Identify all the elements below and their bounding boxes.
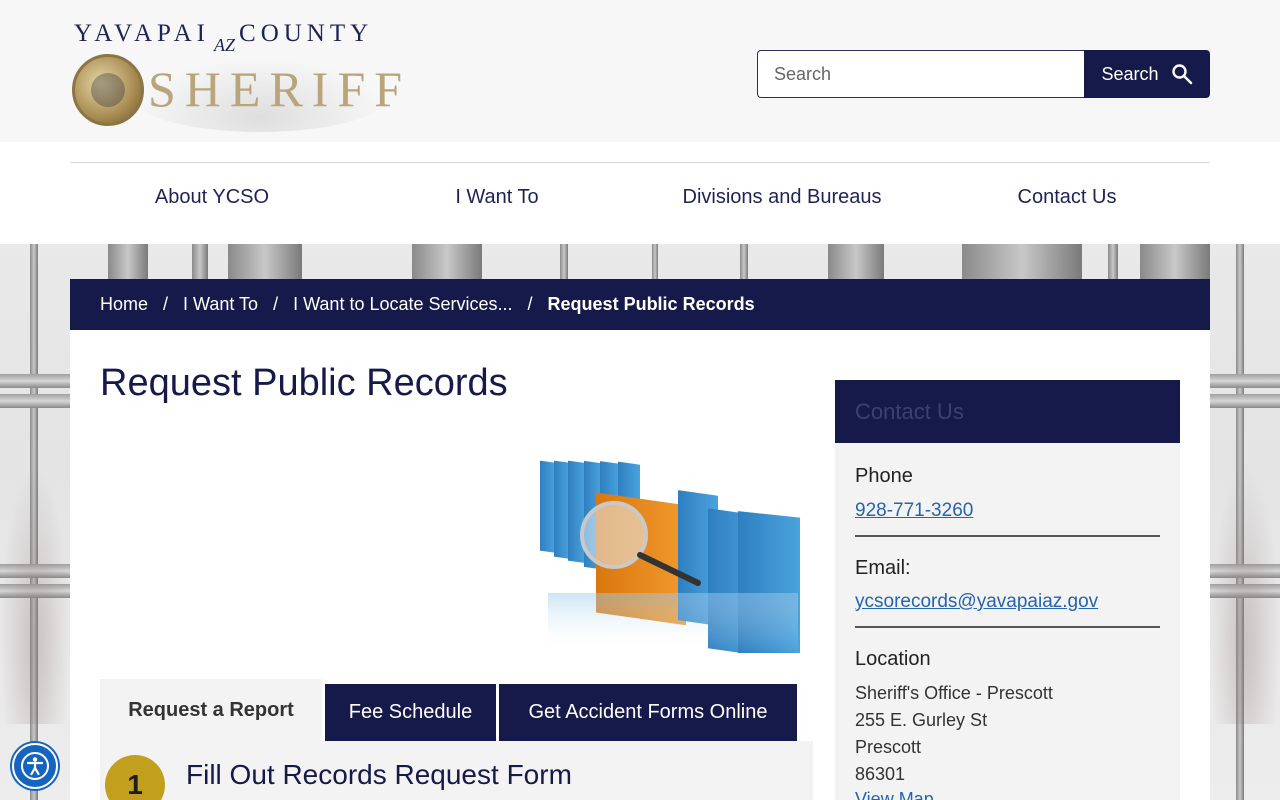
nav-item-i-want-to[interactable]: I Want To — [455, 186, 538, 209]
phone-label: Phone — [855, 465, 913, 487]
main-content: Request Public Records Request a Report … — [70, 330, 1210, 800]
search-button[interactable]: Search — [1084, 50, 1210, 98]
step-number-badge: 1 — [105, 755, 165, 800]
location-label: Location — [855, 648, 931, 670]
site-search: Search — [757, 50, 1210, 98]
address-line: 255 E. Gurley St — [855, 710, 988, 730]
site-header: YAVAPAI AZ COUNTY SHERIFF Search — [0, 0, 1280, 142]
tab-get-accident-forms-online[interactable]: Get Accident Forms Online — [499, 684, 797, 741]
tab-panel-request-a-report: 1 Fill Out Records Request Form — [100, 741, 813, 800]
search-input[interactable] — [757, 50, 1086, 98]
breadcrumb-separator: / — [527, 294, 533, 314]
sheriff-badge-icon — [72, 54, 144, 126]
tab-request-a-report[interactable]: Request a Report — [100, 679, 322, 741]
email-link[interactable]: ycsorecords@yavapaiaz.gov — [855, 591, 1098, 613]
sidebar-divider — [855, 626, 1160, 628]
breadcrumb-home[interactable]: Home — [100, 294, 148, 315]
address-line: Sheriff's Office - Prescott — [855, 683, 1053, 703]
logo-county-text: YAVAPAI AZ COUNTY — [74, 20, 374, 55]
address-line: 86301 — [855, 764, 906, 784]
logo-sheriff-text: SHERIFF — [148, 61, 412, 117]
nav-item-contact-us[interactable]: Contact Us — [1018, 186, 1117, 209]
breadcrumb-current: Request Public Records — [547, 294, 755, 314]
address-line: Prescott — [855, 737, 922, 757]
breadcrumb-separator: / — [163, 294, 169, 314]
nav-item-about-ycso[interactable]: About YCSO — [155, 186, 269, 209]
accessibility-icon — [21, 752, 49, 780]
page-title: Request Public Records — [100, 362, 508, 404]
contact-sidebar: Phone 928-771-3260 Email: ycsorecords@ya… — [835, 443, 1180, 800]
sidebar-heading: Contact Us — [835, 380, 1180, 443]
tab-fee-schedule[interactable]: Fee Schedule — [325, 684, 496, 741]
breadcrumb-locate-services[interactable]: I Want to Locate Services... — [293, 294, 512, 315]
breadcrumb-i-want-to[interactable]: I Want To — [183, 294, 258, 315]
folders-magnifier-image — [540, 460, 800, 653]
view-map-link[interactable]: View Map — [855, 789, 934, 800]
breadcrumb-separator: / — [273, 294, 279, 314]
sheriff-logo[interactable]: YAVAPAI AZ COUNTY SHERIFF — [70, 20, 402, 132]
nav-item-divisions-and-bureaus[interactable]: Divisions and Bureaus — [683, 186, 882, 209]
step-title: Fill Out Records Request Form — [186, 759, 572, 790]
nav-divider — [70, 162, 1210, 163]
phone-link[interactable]: 928-771-3260 — [855, 500, 973, 522]
accessibility-button[interactable] — [12, 743, 58, 789]
records-tabs: Request a Report Fee Schedule Get Accide… — [100, 679, 813, 741]
search-icon — [1171, 64, 1192, 85]
sidebar-divider — [855, 535, 1160, 537]
search-button-label: Search — [1101, 63, 1159, 84]
main-nav: About YCSO I Want To Divisions and Burea… — [0, 142, 1280, 244]
breadcrumb: Home / I Want To / I Want to Locate Serv… — [70, 279, 1210, 330]
email-label: Email: — [855, 557, 911, 579]
